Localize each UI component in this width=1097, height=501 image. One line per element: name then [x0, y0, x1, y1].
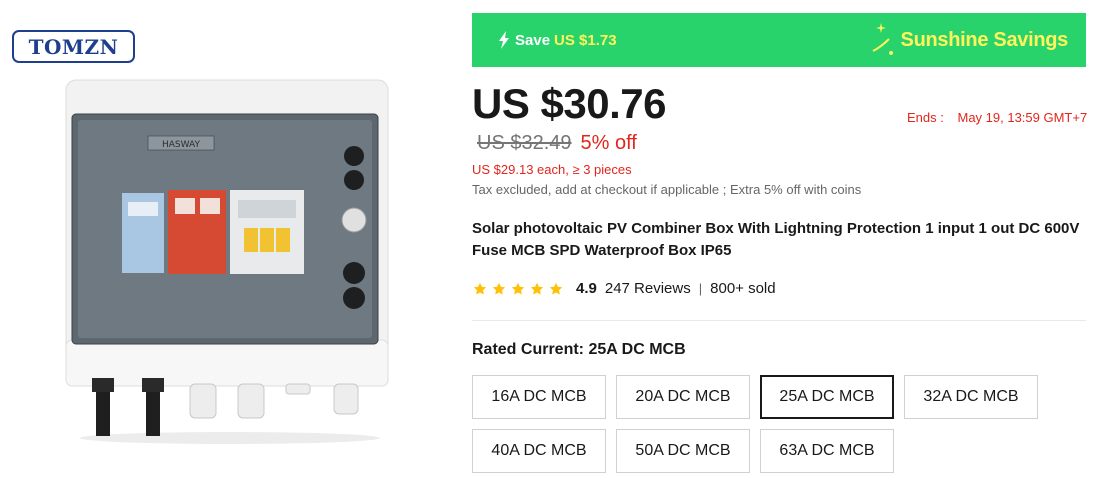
- sparkle-icon: [872, 23, 893, 55]
- brand-logo: TOMZN: [12, 30, 135, 63]
- bolt-icon: [499, 31, 509, 49]
- star-icon: [511, 282, 525, 294]
- star-icon: [473, 282, 487, 294]
- tax-note: Tax excluded, add at checkout if applica…: [472, 182, 862, 197]
- ends-label: Ends :: [907, 110, 944, 125]
- variant-option-16a[interactable]: 16A DC MCB: [472, 375, 606, 419]
- divider: [472, 320, 1086, 321]
- variant-option-63a[interactable]: 63A DC MCB: [760, 429, 894, 473]
- sold-count: 800+ sold: [710, 280, 776, 297]
- bulk-price: US $29.13 each, ≥ 3 pieces: [472, 162, 632, 177]
- rating-stars: [473, 282, 568, 296]
- brand-logo-text: TOMZN: [28, 34, 119, 59]
- promo-campaign: Sunshine Savings: [867, 21, 1068, 59]
- star-icon: [492, 282, 506, 294]
- promo-countdown: Ends : May 19, 13:59 GMT+7: [907, 110, 1087, 125]
- rating-separator: |: [698, 281, 703, 296]
- variant-label: Rated Current: 25A DC MCB: [472, 341, 686, 358]
- variant-option-50a[interactable]: 50A DC MCB: [616, 429, 750, 473]
- campaign-title: Sunshine Savings: [900, 28, 1069, 51]
- rating-row: 4.9 247 Reviews | 800+ sold: [473, 280, 776, 297]
- original-price: US $32.49: [477, 132, 572, 154]
- discount-badge: 5% off: [580, 132, 637, 154]
- variant-option-25a[interactable]: 25A DC MCB: [760, 375, 894, 419]
- variant-option-20a[interactable]: 20A DC MCB: [616, 375, 750, 419]
- product-title: Solar photovoltaic PV Combiner Box With …: [472, 220, 1080, 259]
- image-label: HASWAY: [162, 140, 201, 150]
- promo-banner: Save US $1.73 Sunshine Savings: [472, 13, 1086, 67]
- original-price-row: US $32.49 5% off: [477, 132, 637, 155]
- variant-option-32a[interactable]: 32A DC MCB: [904, 375, 1038, 419]
- save-amount: US $1.73: [554, 31, 617, 49]
- star-icon: [530, 282, 544, 294]
- star-icon: [549, 282, 563, 294]
- rating-value: 4.9: [576, 280, 597, 297]
- product-image[interactable]: HASWAY: [60, 78, 400, 448]
- product-gallery: TOMZN HASWAY: [0, 0, 450, 501]
- reviews-link[interactable]: 247 Reviews: [605, 280, 691, 297]
- save-label: Save: [515, 31, 551, 49]
- variant-option-40a[interactable]: 40A DC MCB: [472, 429, 606, 473]
- ends-time: May 19, 13:59 GMT+7: [957, 110, 1088, 125]
- current-price: US $30.76: [472, 80, 666, 127]
- promo-save: Save US $1.73: [498, 31, 617, 49]
